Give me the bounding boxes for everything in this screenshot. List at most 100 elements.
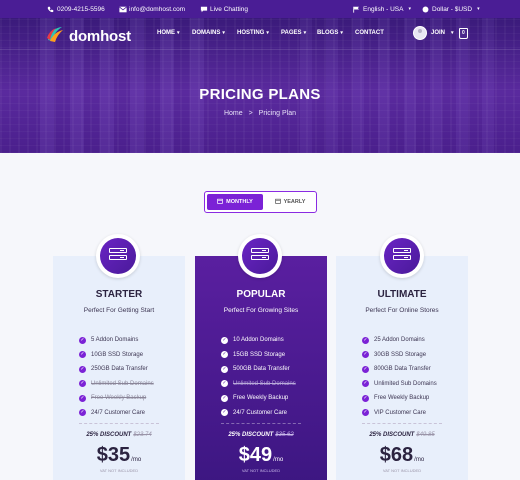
plan-card-starter: STARTER Perfect For Getting Start ✓ 5 Add…	[53, 256, 185, 480]
check-icon: ✓	[362, 409, 369, 417]
check-icon: ✓	[221, 380, 228, 388]
nav-item-home[interactable]: HOME ▾	[157, 30, 180, 36]
join-button[interactable]: JOIN ▾	[413, 26, 454, 40]
check-icon: ✓	[79, 365, 86, 373]
plan-subtitle: Perfect For Growing Sites	[223, 307, 299, 314]
chevron-down-icon: ▾	[222, 30, 225, 36]
feature-item: ✓ Free Weekly Backup	[221, 391, 296, 406]
feature-item: ✓ 800GB Data Transfer	[362, 362, 437, 377]
nav-item-blogs[interactable]: BLOGS ▾	[317, 30, 343, 36]
feature-text: 800GB Data Transfer	[374, 366, 431, 373]
email-contact[interactable]: info@domhost.com	[119, 0, 185, 18]
calendar-icon	[217, 198, 223, 206]
language-selector[interactable]: English - USA ▾	[353, 0, 411, 18]
plan-price: $35/mo	[96, 444, 142, 466]
chat-text: Live Chatting	[210, 5, 248, 13]
feature-item: ✓ Unlimited Sub Domains	[79, 377, 154, 392]
check-icon: ✓	[79, 336, 86, 344]
feature-text: Free Weekly Backup	[91, 395, 147, 402]
email-text: info@domhost.com	[129, 5, 186, 13]
feature-item: ✓ Unlimited Sub Domains	[221, 377, 296, 392]
vat-note: VAT NOT INCLUDED	[241, 468, 281, 473]
feature-item: ✓ Unlimited Sub Domains	[362, 377, 437, 392]
feature-text: Unlimited Sub Domains	[374, 380, 437, 387]
plan-name: POPULAR	[236, 289, 286, 300]
vat-note: VAT NOT INCLUDED	[382, 468, 422, 473]
check-icon: ✓	[362, 365, 369, 373]
check-icon: ✓	[79, 380, 86, 388]
feature-text: 500GB Data Transfer	[233, 366, 290, 373]
breadcrumb-home[interactable]: Home	[224, 110, 243, 117]
check-icon: ✓	[221, 409, 228, 417]
feature-list: ✓ 10 Addon Domains ✓ 15GB SSD Storage ✓ 500GB…	[221, 333, 296, 420]
plan-price: $68/mo	[379, 444, 425, 466]
old-price: $35.62	[275, 432, 294, 438]
feature-text: Unlimited Sub Domains	[233, 380, 296, 387]
chevron-down-icon: ▾	[340, 30, 343, 36]
check-icon: ✓	[362, 336, 369, 344]
page-title: PRICING PLANS	[199, 86, 321, 103]
feature-text: 30GB SSD Storage	[374, 351, 427, 358]
breadcrumb-separator: >	[248, 110, 253, 117]
logo-mark-icon	[45, 24, 65, 49]
cart-icon[interactable]: 0	[459, 28, 468, 39]
flag-icon	[353, 6, 360, 13]
plan-price: $49/mo	[238, 444, 284, 466]
check-icon: ✓	[221, 394, 228, 402]
divider	[362, 423, 442, 424]
nav-item-domains[interactable]: DOMAINS ▾	[192, 30, 225, 36]
feature-text: 10 Addon Domains	[233, 337, 284, 344]
plan-name: ULTIMATE	[377, 289, 427, 300]
logo[interactable]: domhost	[45, 24, 131, 49]
plan-subtitle: Perfect For Online Stores	[365, 307, 439, 314]
check-icon: ✓	[79, 409, 86, 417]
feature-text: Unlimited Sub Domains	[91, 380, 154, 387]
feature-item: ✓ 10GB SSD Storage	[79, 348, 154, 363]
plan-card-ultimate: ULTIMATE Perfect For Online Stores ✓ 25 A…	[336, 256, 468, 480]
language-text: English - USA	[363, 5, 404, 13]
check-icon: ✓	[221, 365, 228, 373]
old-price: $23.74	[133, 432, 152, 438]
feature-text: 5 Addon Domains	[91, 337, 139, 344]
nav-item-hosting[interactable]: HOSTING ▾	[237, 30, 269, 36]
brand-name: domhost	[69, 28, 131, 45]
divider	[79, 423, 159, 424]
check-icon: ✓	[362, 380, 369, 388]
feature-item: ✓ 500GB Data Transfer	[221, 362, 296, 377]
currency-selector[interactable]: Dollar - $USD ▾	[422, 0, 480, 18]
chevron-down-icon: ▾	[408, 6, 411, 12]
server-icon	[380, 234, 424, 278]
chat-icon	[200, 6, 208, 13]
chevron-down-icon: ▾	[266, 30, 269, 36]
nav-label: DOMAINS	[192, 30, 221, 36]
feature-item: ✓ 30GB SSD Storage	[362, 348, 437, 363]
avatar	[413, 26, 427, 40]
phone-contact[interactable]: 0209-4215-5596	[47, 0, 105, 18]
feature-list: ✓ 5 Addon Domains ✓ 10GB SSD Storage ✓ 250GB …	[79, 333, 154, 420]
feature-text: VIP Customer Care	[374, 409, 426, 416]
nav-label: BLOGS	[317, 30, 339, 36]
feature-text: 15GB SSD Storage	[233, 351, 286, 358]
feature-item: ✓ Free Weekly Backup	[79, 391, 154, 406]
feature-text: 24/7 Customer Care	[233, 409, 288, 416]
yearly-toggle-button[interactable]: YEARLY	[265, 194, 315, 210]
nav-item-pages[interactable]: PAGES ▾	[281, 30, 306, 36]
check-icon: ✓	[79, 394, 86, 402]
phone-text: 0209-4215-5596	[57, 5, 105, 13]
plan-card-popular: POPULAR Perfect For Growing Sites ✓ 10 Ad…	[195, 256, 327, 480]
nav-item-contact[interactable]: CONTACT	[355, 30, 384, 36]
feature-item: ✓ 5 Addon Domains	[79, 333, 154, 348]
calendar-icon	[274, 198, 281, 206]
main-nav: domhost HOME ▾ DOMAINS ▾ HOSTING ▾ PAGES ▾ B…	[0, 18, 520, 50]
breadcrumb: Home > Pricing Plan	[0, 110, 520, 117]
live-chat-link[interactable]: Live Chatting	[200, 0, 248, 18]
feature-item: ✓ 24/7 Customer Care	[221, 406, 296, 421]
chevron-down-icon: ▾	[303, 30, 307, 36]
chevron-down-icon: ▾	[451, 30, 454, 36]
coin-icon	[422, 6, 429, 13]
monthly-toggle-button[interactable]: MONTHLY	[207, 194, 263, 210]
vat-note: VAT NOT INCLUDED	[99, 468, 139, 473]
feature-text: 25 Addon Domains	[374, 337, 425, 344]
discount-label: 25% DISCOUNT $35.62	[228, 432, 294, 438]
monthly-label: MONTHLY	[226, 199, 253, 205]
